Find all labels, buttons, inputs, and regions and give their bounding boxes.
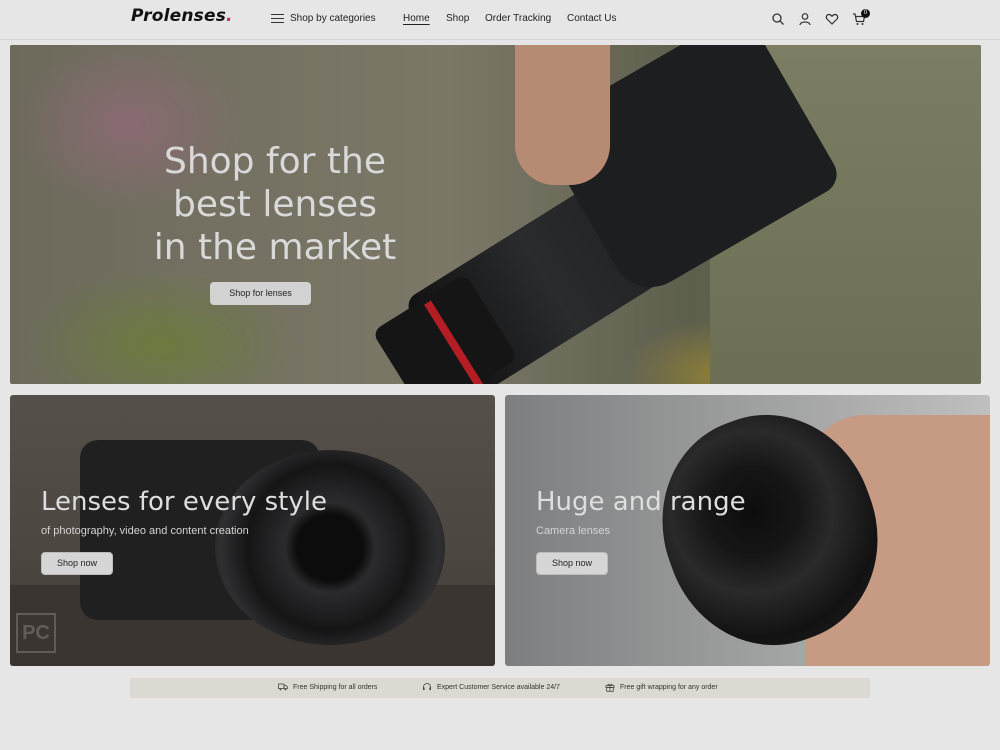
hero-title-line-1: Shop for the <box>163 141 386 182</box>
watermark-logo: PC <box>16 613 56 653</box>
heart-icon[interactable] <box>825 12 839 26</box>
shop-now-button[interactable]: Shop now <box>41 552 113 575</box>
card-subtitle: of photography, video and content creati… <box>41 525 249 537</box>
promo-card-huge-range[interactable]: Huge and range Camera lenses Shop now <box>505 395 990 666</box>
promo-card-lenses-style[interactable]: PC Lenses for every style of photography… <box>10 395 495 666</box>
shop-by-categories-button[interactable]: Shop by categories <box>271 13 376 24</box>
feature-gift-wrapping: Free gift wrapping for any order <box>605 682 718 692</box>
card-title: Huge and range <box>536 487 746 517</box>
user-icon[interactable] <box>798 12 812 26</box>
hero-banner: Shop for the best lenses in the market S… <box>10 45 981 384</box>
nav-home[interactable]: Home <box>403 13 430 24</box>
cart-count-badge: 0 <box>861 9 870 18</box>
card-subtitle: Camera lenses <box>536 525 610 537</box>
features-bar: Free Shipping for all orders Expert Cust… <box>130 678 870 698</box>
site-header: Prolenses. Shop by categories Home Shop … <box>0 0 1000 40</box>
hero-hand <box>515 45 610 185</box>
gift-icon <box>605 682 615 692</box>
hero-title: Shop for the best lenses in the market <box>150 140 400 269</box>
logo-dot: . <box>226 6 233 26</box>
search-icon[interactable] <box>771 12 785 26</box>
nav-order-tracking[interactable]: Order Tracking <box>485 13 551 24</box>
nav-contact-us[interactable]: Contact Us <box>567 13 616 24</box>
card-title: Lenses for every style <box>41 487 327 517</box>
nav-shop[interactable]: Shop <box>446 13 469 24</box>
hero-title-line-2: best lenses <box>173 184 377 225</box>
logo-text: Prolenses <box>131 6 227 26</box>
feature-free-shipping: Free Shipping for all orders <box>278 682 377 692</box>
shop-for-lenses-button[interactable]: Shop for lenses <box>210 282 311 305</box>
headset-icon <box>422 682 432 692</box>
hero-title-line-3: in the market <box>153 227 397 268</box>
feature-text: Free gift wrapping for any order <box>620 683 718 691</box>
hamburger-icon <box>271 13 284 24</box>
shop-now-button[interactable]: Shop now <box>536 552 608 575</box>
feature-text: Free Shipping for all orders <box>293 683 378 691</box>
feature-text: Expert Customer Service available 24/7 <box>437 683 560 691</box>
logo[interactable]: Prolenses. <box>131 6 233 26</box>
categories-label: Shop by categories <box>290 13 376 24</box>
card-camera-lens <box>215 450 445 645</box>
feature-customer-service: Expert Customer Service available 24/7 <box>422 682 560 692</box>
truck-icon <box>278 682 288 692</box>
